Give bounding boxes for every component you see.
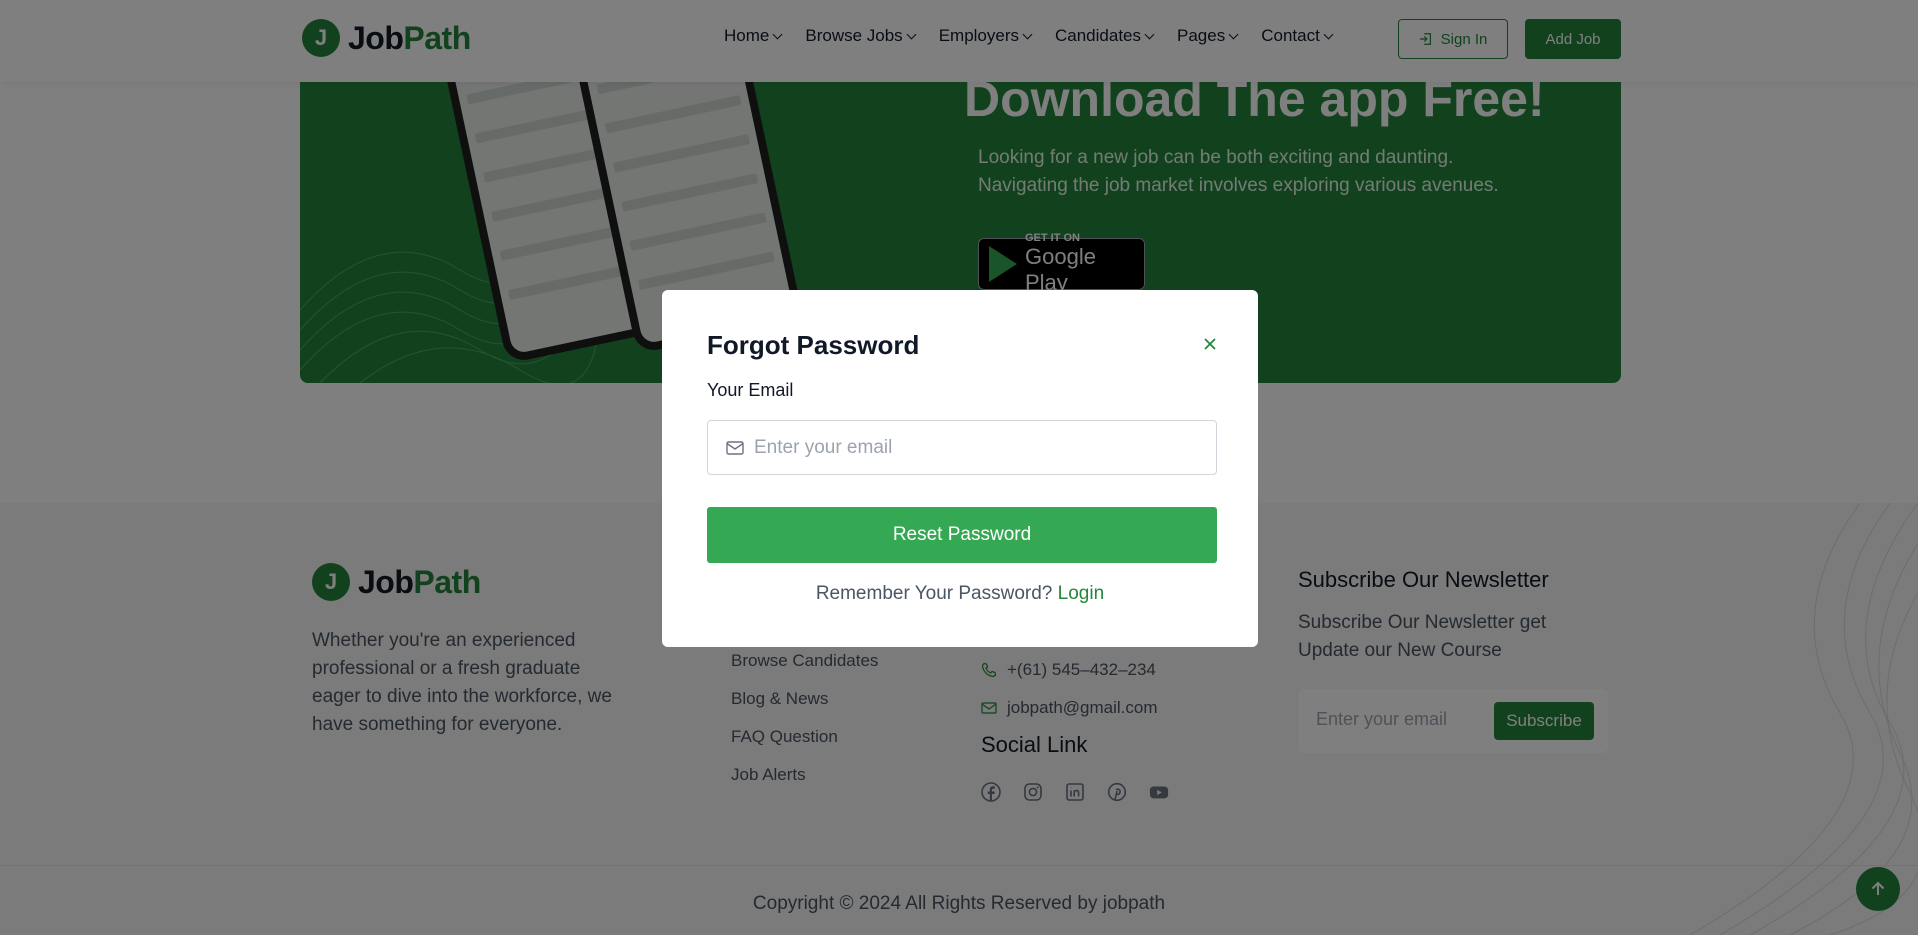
remember-password-text: Remember Your Password? Login [815, 583, 1105, 604]
close-icon[interactable] [1199, 333, 1221, 355]
email-field-wrapper [707, 420, 1217, 475]
login-link[interactable]: Login [1058, 583, 1105, 604]
mail-icon [726, 440, 744, 455]
email-label: Your Email [707, 380, 794, 400]
reset-password-button[interactable]: Reset Password [707, 507, 1217, 563]
email-input[interactable] [754, 436, 1194, 459]
forgot-password-modal: Forgot Password Your Email Reset Passwor… [662, 290, 1258, 647]
modal-title: Forgot Password [707, 330, 920, 360]
